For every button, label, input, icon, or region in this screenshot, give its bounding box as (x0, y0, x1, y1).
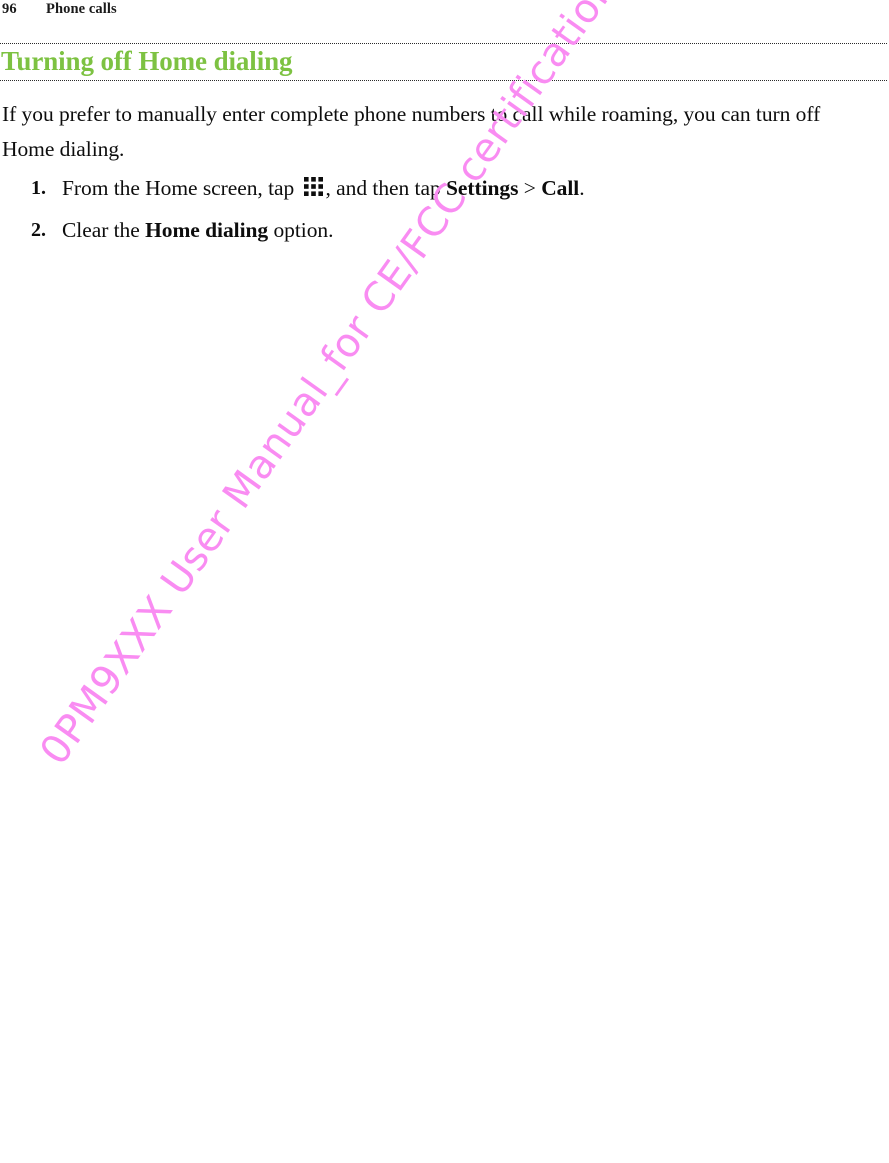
step-text-end: option. (268, 218, 334, 242)
page-header: 96 Phone calls (2, 0, 887, 22)
step-text-end: . (579, 176, 585, 200)
document-page: 96 Phone calls Turning off Home dialing … (0, 0, 889, 1163)
step-separator: > (518, 176, 542, 200)
step-number: 1. (31, 177, 46, 199)
heading-block: Turning off Home dialing (0, 43, 889, 81)
body-paragraph: If you prefer to manually enter complete… (2, 102, 821, 161)
list-item: 1. From the Home screen, tap , and then … (0, 173, 880, 204)
apps-grid-icon (303, 177, 323, 196)
procedure-list: 1. From the Home screen, tap , and then … (0, 173, 880, 257)
step-bold-call: Call (541, 176, 580, 200)
step-bold-settings: Settings (445, 176, 519, 200)
list-item: 2. Clear the Home dialing option. (0, 215, 880, 246)
page-number: 96 (2, 1, 17, 17)
step-text-before-bold: Clear the (62, 218, 146, 242)
step-text-before-icon: From the Home screen, tap (62, 176, 295, 200)
step-text-after-icon: , and then tap (325, 176, 446, 200)
dotted-rule-bottom (0, 80, 887, 81)
step-number: 2. (31, 219, 46, 241)
section-title: Phone calls (46, 1, 117, 17)
page-title: Turning off Home dialing (1, 46, 293, 76)
step-bold-home-dialing: Home dialing (145, 218, 269, 242)
